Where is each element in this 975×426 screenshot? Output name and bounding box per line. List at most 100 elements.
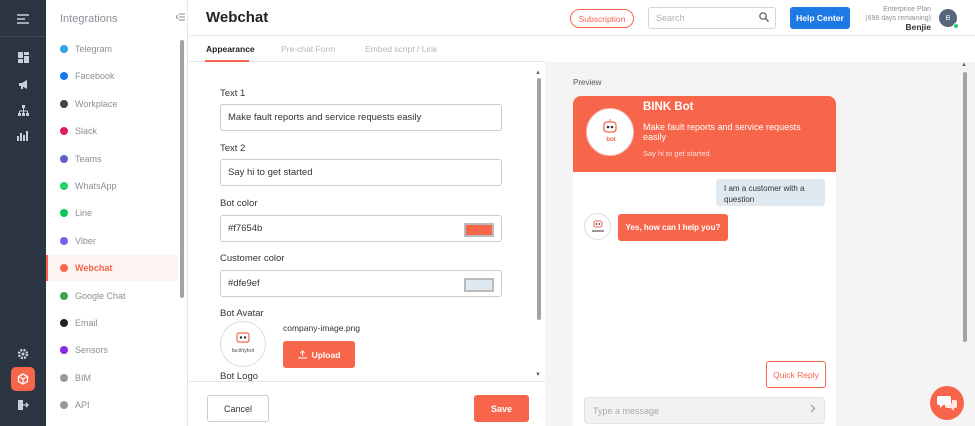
sidebar-item-line[interactable]: Line [46, 200, 178, 226]
cancel-button[interactable]: Cancel [207, 395, 269, 422]
customer-color-swatch[interactable] [464, 278, 494, 292]
sidebar-item-label: Facebook [75, 71, 115, 82]
scroll-up-arrow-icon[interactable]: ▲ [535, 70, 541, 76]
webchat-preview-panel: Preview bot BINK Bot Make fault reports … [545, 62, 975, 426]
upload-label: Upload [311, 349, 341, 360]
bim-icon [60, 373, 68, 382]
integrations-cube-icon[interactable] [11, 367, 35, 391]
plan-name: Enterprise Plan [883, 6, 931, 13]
scroll-down-arrow-icon[interactable]: ▼ [535, 372, 541, 378]
tab-pre-chat-form[interactable]: Pre-chat Form [281, 44, 335, 54]
preview-text1: Make fault reports and service requests … [643, 122, 801, 142]
text1-field[interactable]: Make fault reports and service requests … [220, 104, 502, 131]
tab-embed-script[interactable]: Embed script / Link [365, 44, 437, 54]
api-icon [60, 401, 68, 410]
search-icon[interactable] [759, 12, 769, 25]
dashboard-icon[interactable] [14, 48, 32, 66]
sidebar-item-label: Slack [75, 126, 98, 137]
sidebar-item-facebook[interactable]: Facebook [46, 63, 178, 89]
bot-color-label: Bot color [220, 198, 258, 209]
sidebar-item-sensors[interactable]: Sensors [46, 337, 178, 363]
save-button[interactable]: Save [474, 395, 529, 422]
facebook-icon [60, 72, 68, 81]
analytics-icon[interactable] [14, 126, 32, 144]
bot-color-field[interactable]: #f7654b [220, 215, 502, 242]
whatsapp-icon [60, 182, 68, 190]
form-scrollbar[interactable]: ▲ ▼ [535, 70, 543, 380]
text2-field[interactable]: Say hi to get started [220, 159, 502, 186]
megaphone-icon[interactable] [14, 75, 32, 93]
text1-label: Text 1 [220, 88, 246, 99]
logout-icon[interactable] [14, 396, 32, 414]
slack-icon [60, 127, 68, 136]
customer-color-label: Customer color [220, 253, 285, 264]
facilitybot-logo-text: facilitybot [232, 348, 255, 354]
bot-logo: bot [586, 108, 634, 156]
sidebar-item-label: Teams [75, 153, 102, 164]
email-icon [60, 319, 68, 327]
sidebar-item-slack[interactable]: Slack [46, 118, 178, 144]
customer-color-field[interactable]: #dfe9ef [220, 270, 502, 297]
bot-logo-label: Bot Logo [220, 371, 259, 381]
tab-appearance[interactable]: Appearance [206, 44, 255, 54]
sidebar-scrollbar[interactable] [180, 40, 184, 298]
sidebar-item-workplace[interactable]: Workplace [46, 91, 178, 117]
bot-logo-text: bot [606, 137, 615, 143]
sidebar-item-label: Telegram [75, 44, 113, 54]
collapse-sidebar-icon[interactable] [175, 12, 185, 24]
bot-avatar-image: facilitybot [220, 321, 266, 367]
bot-color-value: #f7654b [228, 223, 263, 234]
preview-label: Preview [573, 78, 602, 87]
line-icon [60, 209, 68, 218]
subscription-button[interactable]: Subscription [570, 9, 634, 28]
chat-launcher-button[interactable] [930, 386, 964, 420]
sidebar-item-teams[interactable]: Teams [46, 146, 178, 172]
preview-scroll-up-icon[interactable]: ▲ [961, 62, 967, 68]
menu-icon[interactable] [14, 10, 32, 28]
preview-scrollbar[interactable]: ▲ [961, 62, 969, 426]
form-scroll-thumb[interactable] [537, 78, 541, 320]
sidebar-item-label: Viber [75, 235, 96, 246]
sidebar-item-label: Line [75, 208, 93, 219]
org-chart-icon[interactable] [14, 101, 32, 119]
rail-divider [0, 36, 46, 37]
integrations-sidebar: Integrations Telegram Facebook Workplace Sl… [46, 0, 188, 426]
sidebar-item-label: Workplace [75, 98, 118, 109]
upload-avatar-button[interactable]: Upload [283, 341, 355, 368]
sidebar-item-label: BIM [75, 372, 92, 383]
page-title: Webchat [206, 9, 269, 26]
top-header: Webchat Subscription Search Help Center … [189, 0, 975, 36]
help-center-button[interactable]: Help Center [790, 7, 850, 29]
bot-color-swatch[interactable] [464, 223, 494, 237]
plan-info: Enterprise Plan (698 days remaining) Ben… [857, 5, 931, 32]
sidebar-item-telegram[interactable]: Telegram [46, 36, 178, 62]
preview-scroll-thumb[interactable] [963, 72, 967, 342]
form-footer: Cancel Save [189, 381, 545, 426]
sidebar-item-label: WhatsApp [75, 181, 117, 191]
webchat-tabs: Appearance Pre-chat Form Embed script / … [189, 37, 545, 62]
sidebar-item-api[interactable]: API [46, 392, 178, 418]
bot-name: BINK Bot [643, 101, 694, 113]
sidebar-item-webchat[interactable]: Webchat [46, 255, 178, 282]
sidebar-item-google-chat[interactable]: Google Chat [46, 283, 178, 309]
send-chevron-icon[interactable] [810, 404, 816, 416]
avatar-file-name: company-image.png [283, 323, 361, 333]
sidebar-item-viber[interactable]: Viber [46, 228, 178, 254]
bot-message-bubble: Yes, how can I help you? [618, 214, 728, 241]
customer-color-value: #dfe9ef [228, 278, 260, 289]
sidebar-item-label: Email [75, 318, 98, 328]
search-input[interactable]: Search [648, 7, 776, 29]
message-input[interactable]: Type a message [584, 397, 825, 424]
chat-widget-header: bot BINK Bot Make fault reports and serv… [573, 96, 836, 172]
quick-reply-button[interactable]: Quick Reply [766, 361, 826, 388]
user-name: Benjie [905, 22, 931, 32]
teams-icon [60, 154, 68, 163]
app-rail [0, 0, 46, 426]
sidebar-item-email[interactable]: Email [46, 310, 178, 336]
google-chat-icon [60, 291, 68, 300]
sidebar-item-label: Sensors [75, 345, 109, 356]
sidebar-item-whatsapp[interactable]: WhatsApp [46, 173, 178, 199]
settings-gear-icon[interactable] [14, 345, 32, 363]
preview-text2: Say hi to get started [643, 149, 710, 158]
sidebar-item-bim[interactable]: BIM [46, 365, 178, 391]
